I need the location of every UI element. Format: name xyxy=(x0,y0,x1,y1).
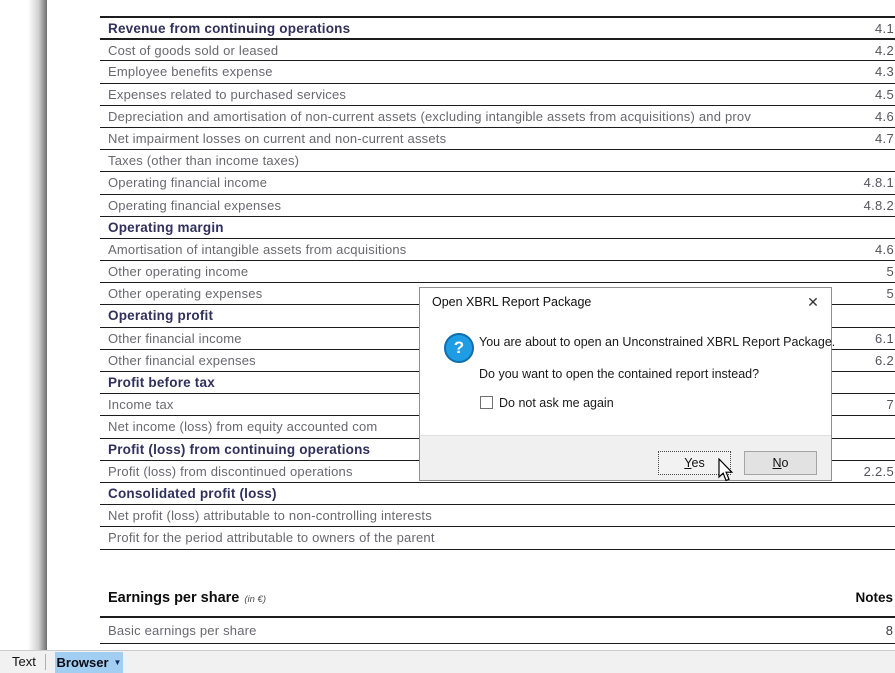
no-button[interactable]: No xyxy=(744,451,817,475)
row-note: 4.2 xyxy=(875,43,894,58)
row-note: 4.5 xyxy=(875,87,894,102)
taskbar-separator xyxy=(45,654,46,670)
row-label: Taxes (other than income taxes) xyxy=(108,153,833,168)
row-label: Net profit (loss) attributable to non-co… xyxy=(108,508,833,523)
mouse-cursor xyxy=(716,458,736,482)
dialog-message-line2: Do you want to open the contained report… xyxy=(479,367,759,381)
row-note: 6.1 xyxy=(875,331,894,346)
table-row: Profit for the period attributable to ow… xyxy=(100,526,895,548)
row-note: 4.3 xyxy=(875,64,894,79)
row-note: 8 xyxy=(886,623,893,638)
row-note: 6.2 xyxy=(875,353,894,368)
table-row: Employee benefits expense 4.3 xyxy=(100,60,895,82)
table-row: Amortisation of intangible assets from a… xyxy=(100,238,895,260)
tab-browser-view[interactable]: Browser ▼ xyxy=(55,652,123,673)
row-label: Profit for the period attributable to ow… xyxy=(108,530,833,545)
notes-column-header: Notes xyxy=(855,590,893,605)
tab-text-view[interactable]: Text xyxy=(12,651,36,673)
row-label: Basic earnings per share xyxy=(108,623,257,638)
table-row: Revenue from continuing operations 4.1 xyxy=(100,16,895,38)
dialog-message-line1: You are about to open an Unconstrained X… xyxy=(479,335,835,349)
row-label: Net impairment losses on current and non… xyxy=(108,131,833,146)
row-label: Operating margin xyxy=(108,220,833,235)
row-label: Expenses related to purchased services xyxy=(108,87,833,102)
row-note: 2.2.5 xyxy=(864,464,894,479)
row-note: 4.6 xyxy=(875,109,894,124)
table-row: Other operating income 5 xyxy=(100,260,895,282)
row-label: Operating financial expenses xyxy=(108,198,833,213)
row-note: 5 xyxy=(886,286,894,301)
row-label: Depreciation and amortisation of non-cur… xyxy=(108,109,833,124)
do-not-ask-label: Do not ask me again xyxy=(499,396,614,410)
question-icon: ? xyxy=(444,333,474,363)
chevron-down-icon: ▼ xyxy=(114,658,122,667)
page-edge-shadow xyxy=(28,0,47,650)
row-label: Other operating income xyxy=(108,264,833,279)
row-label: Consolidated profit (loss) xyxy=(108,486,833,501)
row-label: Revenue from continuing operations xyxy=(108,21,833,36)
row-label: Amortisation of intangible assets from a… xyxy=(108,242,833,257)
dialog-title: Open XBRL Report Package xyxy=(432,295,591,309)
row-note: 4.8.1 xyxy=(864,175,894,190)
eps-heading: Earnings per share (in €) xyxy=(108,589,266,607)
table-row: Operating margin xyxy=(100,216,895,238)
row-label: Employee benefits expense xyxy=(108,64,833,79)
dialog-footer: Yes No xyxy=(420,435,831,480)
eps-row: Basic earnings per share 8 xyxy=(100,620,895,644)
row-note: 7 xyxy=(886,397,894,412)
table-row: Net impairment losses on current and non… xyxy=(100,127,895,149)
row-note: 5 xyxy=(886,264,894,279)
table-row: Depreciation and amortisation of non-cur… xyxy=(100,105,895,127)
table-row: Operating financial expenses 4.8.2 xyxy=(100,194,895,216)
table-row: Taxes (other than income taxes) xyxy=(100,149,895,171)
eps-title: Earnings per share xyxy=(108,590,239,606)
row-label: Cost of goods sold or leased xyxy=(108,43,833,58)
eps-unit: (in €) xyxy=(244,594,266,605)
table-row: Net profit (loss) attributable to non-co… xyxy=(100,504,895,526)
table-row: Cost of goods sold or leased 4.2 xyxy=(100,38,895,60)
table-row: Consolidated profit (loss) xyxy=(100,482,895,504)
row-note: 4.6 xyxy=(875,242,894,257)
tab-browser-label: Browser xyxy=(57,655,109,670)
close-icon[interactable]: ✕ xyxy=(801,290,825,314)
open-xbrl-dialog: Open XBRL Report Package ✕ ? You are abo… xyxy=(419,287,832,481)
table-row: Operating financial income 4.8.1 xyxy=(100,171,895,193)
no-button-label: No xyxy=(745,452,816,474)
do-not-ask-checkbox[interactable] xyxy=(480,396,493,409)
status-bar: Text Browser ▼ xyxy=(0,650,895,673)
row-note: 4.1 xyxy=(875,21,894,36)
row-note: 4.7 xyxy=(875,131,894,146)
row-label: Operating financial income xyxy=(108,175,833,190)
eps-divider-top xyxy=(100,616,895,618)
row-note: 4.8.2 xyxy=(864,198,894,213)
table-row: Expenses related to purchased services 4.… xyxy=(100,83,895,105)
